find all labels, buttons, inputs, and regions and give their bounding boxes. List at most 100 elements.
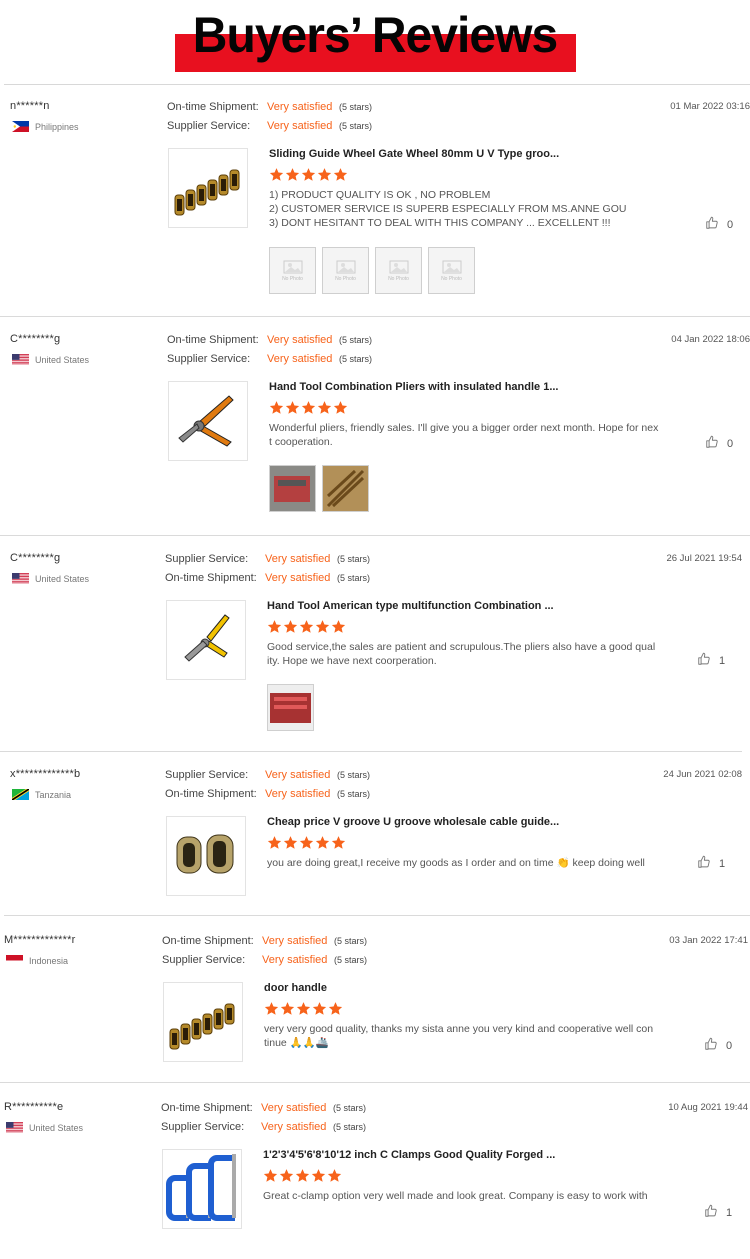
review-date: 26 Jul 2021 19:54 bbox=[666, 553, 742, 564]
product-title-link[interactable]: Hand Tool Combination Pliers with insula… bbox=[269, 381, 559, 393]
country-name: Philippines bbox=[35, 121, 79, 132]
no-photo-label: No Photo bbox=[441, 275, 462, 282]
product-title-link[interactable]: Hand Tool American type multifunction Co… bbox=[267, 600, 554, 612]
star-icon bbox=[315, 835, 330, 850]
product-title-link[interactable]: Cheap price V groove U groove wholesale … bbox=[267, 816, 559, 828]
star-icon bbox=[283, 835, 298, 850]
star-icon bbox=[331, 619, 346, 634]
review-photos bbox=[269, 465, 369, 512]
product-thumbnail[interactable] bbox=[166, 816, 246, 896]
like-button[interactable]: 0 bbox=[705, 216, 733, 233]
rating-value: Very satisfied bbox=[267, 120, 333, 132]
like-button[interactable]: 0 bbox=[705, 435, 733, 452]
rating-row: Supplier Service: Very satisfied (5 stars) bbox=[165, 553, 370, 565]
product-thumbnail[interactable] bbox=[162, 1149, 242, 1229]
star-icon bbox=[333, 167, 348, 182]
star-icon bbox=[327, 1168, 342, 1183]
product-star-rating bbox=[269, 167, 348, 182]
product-thumbnail[interactable] bbox=[166, 600, 246, 680]
review-date: 24 Jun 2021 02:08 bbox=[663, 769, 742, 780]
rating-row: Supplier Service: Very satisfied (5 stars) bbox=[162, 954, 367, 966]
buyer-name: C********g bbox=[10, 333, 61, 345]
review-photo[interactable]: No Photo bbox=[322, 247, 369, 294]
buyer-name: x*************b bbox=[10, 768, 81, 780]
thumbs-up-icon bbox=[704, 1204, 718, 1221]
product-title-link[interactable]: 1'2'3'4'5'6'8'10'12 inch C Clamps Good Q… bbox=[263, 1149, 555, 1161]
rating-stars-text: (5 stars) bbox=[339, 121, 373, 131]
product-thumbnail[interactable] bbox=[168, 381, 248, 461]
review-photo[interactable] bbox=[322, 465, 369, 512]
rating-value: Very satisfied bbox=[265, 572, 331, 584]
rating-value: Very satisfied bbox=[267, 334, 333, 346]
review-photo[interactable]: No Photo bbox=[428, 247, 475, 294]
rating-label: On-time Shipment: bbox=[165, 788, 257, 800]
like-button[interactable]: 0 bbox=[704, 1037, 732, 1054]
star-icon bbox=[295, 1168, 310, 1183]
review-photo[interactable]: No Photo bbox=[269, 247, 316, 294]
review-comment: Good service,the sales are patient and s… bbox=[267, 641, 656, 667]
rating-label: On-time Shipment: bbox=[162, 935, 254, 947]
review-photos: No Photo No Photo No Photo No Photo bbox=[269, 247, 475, 294]
rating-row: Supplier Service: Very satisfied (5 stars) bbox=[167, 353, 372, 365]
review-date: 03 Jan 2022 17:41 bbox=[669, 935, 748, 946]
review-comment: you are doing great,I receive my goods a… bbox=[267, 857, 645, 869]
product-thumbnail[interactable] bbox=[168, 148, 248, 228]
product-title-link[interactable]: door handle bbox=[264, 982, 327, 994]
rating-label: On-time Shipment: bbox=[167, 334, 259, 346]
country-name: United States bbox=[35, 354, 90, 365]
star-icon bbox=[301, 167, 316, 182]
like-button[interactable]: 1 bbox=[697, 652, 725, 669]
rating-value: Very satisfied bbox=[265, 769, 331, 781]
buyer-name: C********g bbox=[10, 552, 61, 564]
us-flag bbox=[12, 573, 29, 584]
rating-label: Supplier Service: bbox=[167, 120, 251, 132]
product-title-link[interactable]: Sliding Guide Wheel Gate Wheel 80mm U V … bbox=[269, 148, 559, 160]
rating-value: Very satisfied bbox=[261, 1121, 327, 1133]
product-thumbnail[interactable] bbox=[163, 982, 243, 1062]
rating-stars-text: (5 stars) bbox=[337, 770, 371, 780]
us-flag bbox=[12, 354, 29, 365]
review-comment: very very good quality, thanks my sista … bbox=[264, 1023, 654, 1049]
review-photos bbox=[267, 684, 314, 731]
rating-label: Supplier Service: bbox=[167, 353, 251, 365]
like-count: 1 bbox=[726, 1206, 733, 1219]
like-button[interactable]: 1 bbox=[697, 855, 725, 872]
country-name: United States bbox=[35, 573, 90, 584]
review-comment: 1) PRODUCT QUALITY IS OK , NO PROBLEM 2)… bbox=[269, 189, 627, 229]
no-photo-label: No Photo bbox=[335, 275, 356, 282]
rating-stars-text: (5 stars) bbox=[339, 102, 373, 112]
rating-row: On-time Shipment: Very satisfied (5 stars) bbox=[165, 788, 370, 800]
star-icon bbox=[267, 835, 282, 850]
thumbs-up-icon bbox=[705, 435, 719, 452]
buyer-name: n******n bbox=[10, 100, 50, 112]
thumbs-up-icon bbox=[697, 652, 711, 669]
like-count: 0 bbox=[726, 1039, 733, 1052]
rating-row: On-time Shipment: Very satisfied (5 stars) bbox=[162, 935, 367, 947]
like-count: 1 bbox=[719, 654, 726, 667]
rating-row: On-time Shipment: Very satisfied (5 stars) bbox=[165, 572, 370, 584]
no-photo-label: No Photo bbox=[388, 275, 409, 282]
review-date: 01 Mar 2022 03:16 bbox=[670, 101, 750, 112]
product-star-rating bbox=[267, 619, 346, 634]
rating-value: Very satisfied bbox=[265, 788, 331, 800]
like-count: 1 bbox=[719, 857, 726, 870]
rating-row: Supplier Service: Very satisfied (5 stars) bbox=[167, 120, 372, 132]
review-date: 04 Jan 2022 18:06 bbox=[671, 334, 750, 345]
review-photo[interactable] bbox=[267, 684, 314, 731]
like-button[interactable]: 1 bbox=[704, 1204, 732, 1221]
star-icon bbox=[264, 1001, 279, 1016]
review-divider bbox=[0, 1082, 750, 1083]
rating-label: Supplier Service: bbox=[165, 769, 249, 781]
thumbs-up-icon bbox=[705, 216, 719, 233]
rating-label: Supplier Service: bbox=[161, 1121, 245, 1133]
review-photo[interactable]: No Photo bbox=[375, 247, 422, 294]
star-icon bbox=[279, 1168, 294, 1183]
rating-stars-text: (5 stars) bbox=[334, 955, 368, 965]
review-photo[interactable] bbox=[269, 465, 316, 512]
star-icon bbox=[317, 400, 332, 415]
buyer-country: Tanzania bbox=[12, 789, 71, 800]
star-icon bbox=[299, 835, 314, 850]
review-date: 10 Aug 2021 19:44 bbox=[668, 1102, 748, 1113]
rating-stars-text: (5 stars) bbox=[339, 354, 373, 364]
country-name: United States bbox=[29, 1122, 84, 1133]
